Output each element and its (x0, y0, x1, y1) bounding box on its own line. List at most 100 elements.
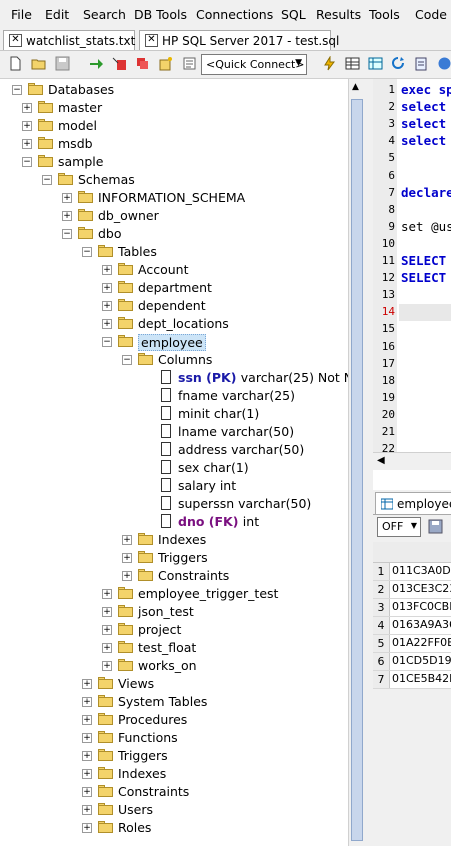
tab-watchlist-stats[interactable]: ✕ watchlist_stats.txt (3, 30, 135, 50)
expand-icon[interactable]: + (22, 121, 32, 131)
save-icon[interactable] (55, 56, 70, 71)
tree-column[interactable]: address varchar(50) (0, 441, 348, 459)
expand-icon[interactable]: + (102, 625, 112, 635)
scroll-thumb[interactable] (351, 99, 363, 841)
tree-column[interactable]: lname varchar(50) (0, 423, 348, 441)
close-icon[interactable]: ✕ (9, 34, 22, 47)
tree-table[interactable]: + project (0, 621, 348, 639)
menu-results[interactable]: Results (316, 7, 361, 22)
help-icon[interactable] (437, 56, 451, 71)
collapse-icon[interactable]: − (122, 355, 132, 365)
expand-icon[interactable]: + (62, 211, 72, 221)
expand-icon[interactable]: + (82, 769, 92, 779)
collapse-icon[interactable]: − (12, 85, 22, 95)
expand-icon[interactable]: + (102, 589, 112, 599)
expand-icon[interactable]: + (82, 805, 92, 815)
expand-icon[interactable]: + (102, 301, 112, 311)
menu-file[interactable]: File (11, 7, 32, 22)
tree-folder[interactable]: + Constraints (0, 783, 348, 801)
tree-schemas[interactable]: − Schemas (0, 171, 348, 189)
menu-edit[interactable]: Edit (45, 7, 69, 22)
tree-folder[interactable]: + Procedures (0, 711, 348, 729)
collapse-icon[interactable]: − (82, 247, 92, 257)
table-row[interactable]: 601CD5D193 (373, 653, 451, 671)
menu-db-tools[interactable]: DB Tools (134, 7, 187, 22)
tree-table[interactable]: + Account (0, 261, 348, 279)
expand-icon[interactable]: + (122, 571, 132, 581)
disconnect-all-icon[interactable] (135, 56, 150, 71)
tree-column[interactable]: salary int (0, 477, 348, 495)
tree-table-subfolder[interactable]: + Constraints (0, 567, 348, 585)
tree-vertical-scrollbar[interactable]: ▲ (348, 79, 366, 846)
collapse-icon[interactable]: − (102, 337, 112, 347)
tree-folder[interactable]: + Users (0, 801, 348, 819)
tree-database[interactable]: + master (0, 99, 348, 117)
tree-column[interactable]: ssn (PK) varchar(25) Not Null (0, 369, 348, 387)
menu-connections[interactable]: Connections (196, 7, 273, 22)
menu-sql[interactable]: SQL (281, 7, 306, 22)
connect-icon[interactable] (89, 56, 104, 71)
tree-tables[interactable]: − Tables (0, 243, 348, 261)
database-grid-icon[interactable] (345, 56, 360, 71)
expand-icon[interactable]: + (62, 193, 72, 203)
expand-icon[interactable]: + (102, 661, 112, 671)
tree-table-subfolder[interactable]: + Indexes (0, 531, 348, 549)
expand-icon[interactable]: + (102, 319, 112, 329)
tree-column[interactable]: dno (FK) int (0, 513, 348, 531)
expand-icon[interactable]: + (102, 607, 112, 617)
open-folder-icon[interactable] (31, 56, 46, 71)
tree-folder[interactable]: + System Tables (0, 693, 348, 711)
table-row[interactable]: 3 013FC0CBE (373, 599, 451, 617)
tree-folder[interactable]: + Roles (0, 819, 348, 837)
tree-table[interactable]: + json_test (0, 603, 348, 621)
tree-table[interactable]: + dependent (0, 297, 348, 315)
tree-column[interactable]: fname varchar(25) (0, 387, 348, 405)
tree-table[interactable]: + works_on (0, 657, 348, 675)
expand-icon[interactable]: + (122, 535, 132, 545)
menu-search[interactable]: Search (83, 7, 126, 22)
tree-schema[interactable]: − dbo (0, 225, 348, 243)
menu-code[interactable]: Code (415, 7, 447, 22)
table-row[interactable]: 7 01CE5B42B (373, 671, 451, 689)
expand-icon[interactable]: + (82, 715, 92, 725)
tree-column[interactable]: superssn varchar(50) (0, 495, 348, 513)
pane-splitter[interactable] (365, 79, 373, 846)
expand-icon[interactable]: + (102, 283, 112, 293)
quick-connect-select[interactable]: <Quick Connect> ▼ (201, 54, 307, 75)
tree-column[interactable]: sex char(1) (0, 459, 348, 477)
expand-icon[interactable]: + (82, 697, 92, 707)
new-connection-icon[interactable] (158, 56, 173, 71)
tree-folder[interactable]: + Functions (0, 729, 348, 747)
collapse-icon[interactable]: − (22, 157, 32, 167)
auto-commit-select[interactable]: OFF ▼ (377, 517, 421, 537)
expand-icon[interactable]: + (122, 553, 132, 563)
collapse-icon[interactable]: − (42, 175, 52, 185)
table-row[interactable]: 1011C3A0D6 (373, 563, 451, 581)
tree-database[interactable]: + msdb (0, 135, 348, 153)
scroll-up-icon[interactable]: ▲ (352, 82, 359, 92)
expand-icon[interactable]: + (82, 823, 92, 833)
collapse-icon[interactable]: − (62, 229, 72, 239)
tree-schema[interactable]: + db_owner (0, 207, 348, 225)
tree-table[interactable]: + employee_trigger_test (0, 585, 348, 603)
tree-columns[interactable]: − Columns (0, 351, 348, 369)
properties-icon[interactable] (182, 56, 197, 71)
expand-icon[interactable]: + (102, 265, 112, 275)
lightning-icon[interactable] (322, 56, 337, 71)
editor-horizontal-scrollbar[interactable]: ◀ (373, 452, 451, 470)
tree-database[interactable]: + model (0, 117, 348, 135)
tree-database[interactable]: − sample (0, 153, 348, 171)
table-icon[interactable] (368, 56, 383, 71)
tree-folder[interactable]: + Triggers (0, 747, 348, 765)
refresh-icon[interactable] (391, 56, 406, 71)
tree-table[interactable]: + department (0, 279, 348, 297)
tree-table-selected[interactable]: − employee (0, 333, 348, 351)
table-row[interactable]: 5 01A22FF0B (373, 635, 451, 653)
expand-icon[interactable]: + (102, 643, 112, 653)
tree-schema[interactable]: + INFORMATION_SCHEMA (0, 189, 348, 207)
expand-icon[interactable]: + (82, 679, 92, 689)
table-row[interactable]: 4 0163A9A36 (373, 617, 451, 635)
save-icon[interactable] (428, 519, 443, 534)
tree-databases[interactable]: − Databases (0, 81, 348, 99)
tree-table[interactable]: + test_float (0, 639, 348, 657)
